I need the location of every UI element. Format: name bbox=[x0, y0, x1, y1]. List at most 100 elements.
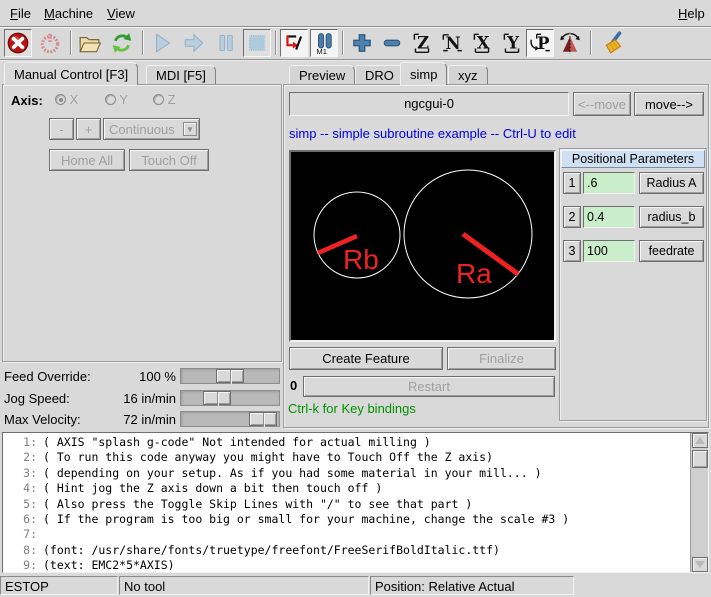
view-x-button[interactable]: X bbox=[468, 29, 496, 57]
svg-text:Z: Z bbox=[417, 33, 429, 52]
param-1-name: Radius A bbox=[639, 172, 704, 194]
view-x-icon: X bbox=[470, 31, 494, 55]
home-all-button[interactable]: Home All bbox=[49, 149, 125, 171]
axis-x-label: X bbox=[70, 92, 79, 107]
feed-override-slider[interactable] bbox=[180, 368, 280, 384]
axis-radio-x[interactable]: X bbox=[55, 92, 78, 107]
create-feature-button[interactable]: Create Feature bbox=[289, 347, 443, 370]
status-estop: ESTOP bbox=[0, 576, 118, 595]
gcode-line[interactable]: 1:( AXIS "splash g-code" Not intended fo… bbox=[3, 435, 689, 450]
machine-power-icon bbox=[38, 31, 62, 55]
menu-view[interactable]: View bbox=[103, 5, 139, 22]
machine-power-button[interactable] bbox=[36, 29, 64, 57]
zoom-out-button[interactable] bbox=[378, 29, 406, 57]
preview-canvas[interactable]: Rb Ra bbox=[289, 150, 556, 342]
toggle-skip-lines-button[interactable] bbox=[280, 29, 308, 57]
subroutine-subtitle: simp -- simple subroutine example -- Ctr… bbox=[289, 126, 576, 141]
view-p-icon: P bbox=[528, 31, 552, 55]
svg-text:N: N bbox=[446, 34, 461, 53]
touch-off-button[interactable]: Touch Off bbox=[129, 149, 209, 171]
feed-override-label: Feed Override: bbox=[4, 369, 91, 384]
gcode-line[interactable]: 9:(text: EMC2*5*AXIS) bbox=[3, 558, 689, 573]
open-file-button[interactable] bbox=[76, 29, 104, 57]
jog-speed-label: Jog Speed: bbox=[4, 391, 70, 406]
radius-a-canvas-label: Ra bbox=[456, 258, 492, 289]
scroll-up-arrow[interactable] bbox=[692, 433, 708, 448]
gcode-line[interactable]: 2:( To run this code anyway you might ha… bbox=[3, 450, 689, 465]
step-button[interactable] bbox=[180, 29, 208, 57]
gcode-line[interactable]: 6:( If the program is too big or small f… bbox=[3, 512, 689, 527]
max-velocity-slider[interactable] bbox=[180, 411, 280, 427]
run-button[interactable] bbox=[148, 29, 176, 57]
axis-window: { "menu": { "items": ["File", "Machine",… bbox=[0, 0, 711, 597]
axis-z-label: Z bbox=[168, 92, 176, 107]
jog-plus-button[interactable]: + bbox=[76, 118, 101, 140]
param-2-value-input[interactable]: 0.4 bbox=[583, 206, 635, 228]
gcode-text-area[interactable]: 1:( AXIS "splash g-code" Not intended fo… bbox=[2, 432, 709, 573]
stop-button[interactable] bbox=[243, 29, 271, 57]
param-1-value-input[interactable]: .6 bbox=[583, 172, 635, 194]
view-z2-icon: N bbox=[440, 31, 464, 55]
line-number: 7: bbox=[3, 527, 43, 542]
toolbar-separator bbox=[342, 31, 344, 55]
status-position: Position: Relative Actual bbox=[370, 576, 574, 595]
optional-stop-button[interactable]: M1 bbox=[310, 29, 338, 57]
stop-icon bbox=[245, 31, 269, 55]
param-3-name: feedrate bbox=[639, 240, 704, 262]
jog-speed-handle[interactable] bbox=[203, 391, 231, 405]
axis-radio-y[interactable]: Y bbox=[105, 92, 128, 107]
max-velocity-handle[interactable] bbox=[249, 412, 277, 426]
gcode-line[interactable]: 5:( Also press the Toggle Skip Lines wit… bbox=[3, 497, 689, 512]
menu-machine[interactable]: Machine bbox=[40, 5, 97, 22]
tab-simp[interactable]: simp bbox=[400, 62, 447, 85]
view-y-button[interactable]: Y bbox=[498, 29, 526, 57]
zoom-in-button[interactable] bbox=[348, 29, 376, 57]
zoom-out-icon bbox=[380, 31, 404, 55]
line-text: ( Also press the Toggle Skip Lines with … bbox=[43, 497, 472, 511]
menu-help[interactable]: Help bbox=[674, 5, 709, 22]
line-text: ( If the program is too big or small for… bbox=[43, 512, 569, 526]
param-3-value-input[interactable]: 100 bbox=[583, 240, 635, 262]
menu-bar: File Machine View Help bbox=[0, 0, 711, 27]
move-right-button[interactable]: move--> bbox=[634, 92, 704, 116]
jog-speed-slider[interactable] bbox=[180, 390, 280, 406]
tab-dro[interactable]: DRO bbox=[355, 65, 404, 85]
tab-manual-control[interactable]: Manual Control [F3] bbox=[4, 62, 138, 85]
view-z-button[interactable]: Z bbox=[408, 29, 436, 57]
ngcgui-tab-entry[interactable]: ngcgui-0 bbox=[289, 92, 569, 116]
axis-radio-z[interactable]: Z bbox=[153, 92, 176, 107]
feed-override-handle[interactable] bbox=[216, 369, 244, 383]
line-text: (text: EMC2*5*AXIS) bbox=[43, 558, 175, 572]
gcode-line[interactable]: 7: bbox=[3, 527, 689, 542]
finalize-button[interactable]: Finalize bbox=[447, 347, 556, 370]
axis-label: Axis: bbox=[11, 93, 43, 108]
gcode-line[interactable]: 3:( depending on your setup. As if you h… bbox=[3, 466, 689, 481]
line-number: 4: bbox=[3, 481, 43, 496]
tab-mdi[interactable]: MDI [F5] bbox=[146, 65, 216, 85]
jog-minus-button[interactable]: - bbox=[49, 118, 74, 140]
scrollbar-thumb[interactable] bbox=[692, 450, 708, 468]
feed-override-value: 100 % bbox=[100, 369, 176, 384]
scroll-down-arrow[interactable] bbox=[692, 557, 708, 572]
view-z2-button[interactable]: N bbox=[438, 29, 466, 57]
reload-button[interactable] bbox=[108, 29, 136, 57]
line-text: (font: /usr/share/fonts/truetype/freefon… bbox=[43, 543, 500, 557]
view-p-button[interactable]: P bbox=[526, 29, 554, 57]
jog-mode-dropdown[interactable]: Continuous ▼ bbox=[103, 118, 200, 140]
estop-button[interactable] bbox=[4, 29, 32, 57]
gcode-line[interactable]: 8:(font: /usr/share/fonts/truetype/freef… bbox=[3, 543, 689, 558]
optional-stop-icon: M1 bbox=[312, 31, 336, 55]
preview-drawing: Rb Ra bbox=[291, 152, 554, 340]
menu-file[interactable]: File bbox=[6, 5, 35, 22]
vertical-scrollbar[interactable] bbox=[690, 433, 708, 572]
line-number: 6: bbox=[3, 512, 43, 527]
pause-button[interactable] bbox=[212, 29, 240, 57]
tab-preview[interactable]: Preview bbox=[289, 65, 355, 85]
restart-button[interactable]: Restart bbox=[303, 376, 555, 397]
rotate-view-button[interactable] bbox=[556, 29, 584, 57]
move-left-button[interactable]: <--move bbox=[573, 92, 631, 116]
tab-xyz[interactable]: xyz bbox=[448, 65, 488, 85]
clear-plot-button[interactable] bbox=[600, 29, 628, 57]
gcode-line[interactable]: 4:( Hint jog the Z axis down a bit then … bbox=[3, 481, 689, 496]
manual-control-panel: Axis: X Y Z - + Continuous ▼ Home All To… bbox=[2, 84, 282, 362]
